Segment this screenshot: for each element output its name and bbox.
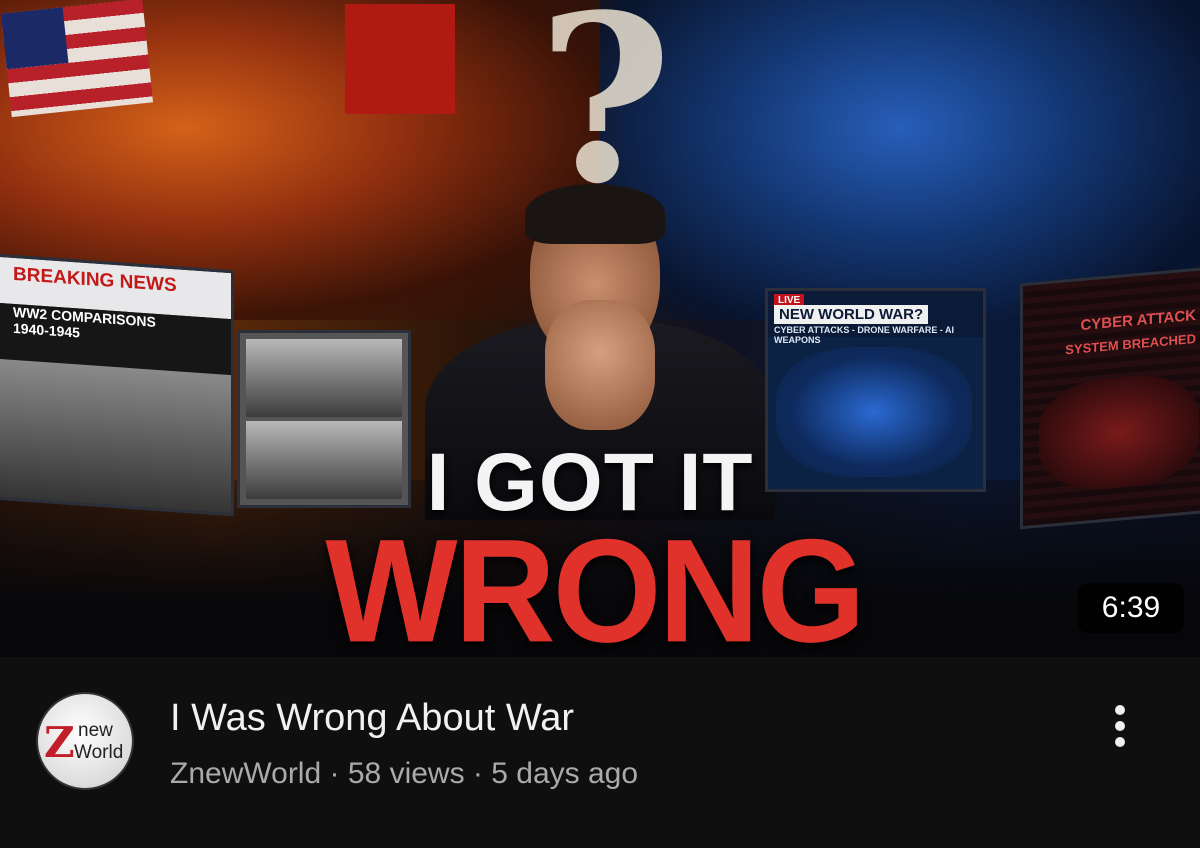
avatar-logo-new: new [78, 720, 113, 741]
video-meta-row: Z new World I Was Wrong About War ZnewWo… [0, 657, 1200, 848]
avatar-logo-world: World [74, 742, 124, 763]
breaking-news-label: BREAKING NEWS [13, 263, 177, 297]
us-flag-image [0, 0, 154, 118]
avatar-logo-z: Z [44, 718, 75, 767]
question-mark-graphic: ? [537, 0, 673, 235]
meta-separator: · [329, 757, 340, 790]
soviet-flag-image [345, 4, 455, 114]
video-title[interactable]: I Was Wrong About War [170, 697, 574, 740]
man-hair [525, 184, 665, 244]
channel-name[interactable]: ZnewWorld [170, 757, 321, 790]
view-count: 58 views [347, 757, 465, 790]
upload-age: 5 days ago [491, 757, 639, 790]
more-vertical-icon[interactable] [1102, 701, 1138, 751]
meta-separator: · [472, 757, 483, 790]
kebab-dot [1115, 705, 1125, 715]
channel-avatar[interactable]: Z new World [38, 694, 132, 788]
hands-on-face [545, 300, 655, 430]
thumbnail-headline-bottom: WRONG [325, 508, 865, 657]
tank-photo [246, 339, 402, 417]
kebab-dot [1115, 721, 1125, 731]
video-thumbnail[interactable]: ? BREAKING NEWS WW2 COMPARISONS 1940-194… [0, 0, 1200, 657]
kebab-dot [1115, 737, 1125, 747]
new-world-war-title: NEW WORLD WAR? [774, 305, 929, 324]
new-world-war-sub: CYBER ATTACKS - DRONE WARFARE - AI WEAPO… [774, 325, 954, 345]
news-ticker-bar: LIVE NEW WORLD WAR? CYBER ATTACKS - DRON… [768, 291, 983, 345]
video-subline: ZnewWorld · 58 views · 5 days ago [170, 757, 638, 791]
duration-badge: 6:39 [1078, 583, 1184, 633]
